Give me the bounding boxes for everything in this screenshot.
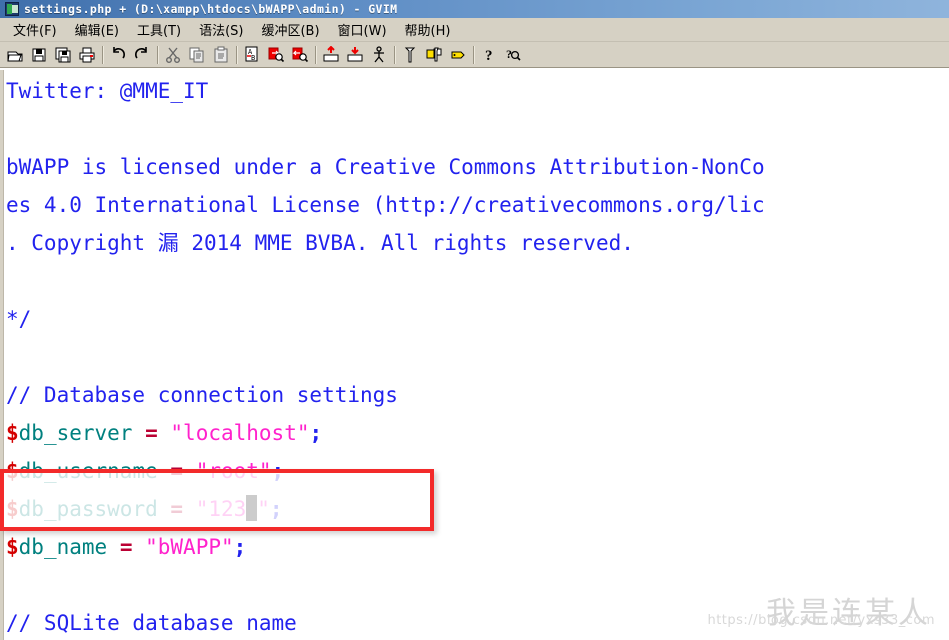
code-segment: = [170,459,184,483]
code-segment: $ [6,497,19,521]
menu-file[interactable]: 文件(F) [4,18,66,41]
line-blank-3[interactable] [6,338,949,376]
menu-tools[interactable]: 工具(T) [128,18,190,41]
save-file-icon[interactable] [27,43,51,67]
title-bar: settings.php + (D:\xampp\htdocs\bWAPP\ad… [0,0,949,18]
code-segment: db_name [18,535,120,559]
help-icon[interactable]: ? [477,43,501,67]
code-segment: Twitter: @MME_IT [6,79,209,103]
line-db-server[interactable]: $db_server = "localhost"; [6,414,949,452]
code-segment: . Copyright 漏 2014 MME BVBA. All rights … [6,231,634,255]
paste-icon[interactable] [209,43,233,67]
code-segment: ; [271,459,285,483]
code-segment: "bWAPP" [145,535,234,559]
code-segment: bWAPP is licensed under a Creative Commo… [6,155,765,179]
menu-help[interactable]: 帮助(H) [396,18,460,41]
menu-edit[interactable]: 编辑(E) [66,18,128,41]
code-segment: ; [269,497,283,521]
code-text[interactable]: Twitter: @MME_IT bWAPP is licensed under… [6,72,949,640]
line-twitter[interactable]: Twitter: @MME_IT [6,72,949,110]
toolbar-separator [236,45,237,64]
code-segment: = [145,421,158,445]
code-segment: */ [6,307,32,331]
code-segment: // SQLite database name [6,611,297,635]
gvim-window: settings.php + (D:\xampp\htdocs\bWAPP\ad… [0,0,949,640]
find-help-icon[interactable]: ? [501,43,525,67]
code-segment: db_password [18,497,171,521]
find-replace-icon[interactable]: A B [240,43,264,67]
line-license-1[interactable]: bWAPP is licensed under a Creative Commo… [6,148,949,186]
line-copyright[interactable]: . Copyright 漏 2014 MME BVBA. All rights … [6,224,949,262]
undo-icon[interactable] [106,43,130,67]
editor-area[interactable]: Twitter: @MME_IT bWAPP is licensed under… [0,70,949,640]
line-db-hdr[interactable]: // Database connection settings [6,376,949,414]
code-segment: " [257,497,270,521]
copy-icon[interactable] [185,43,209,67]
line-db-name[interactable]: $db_name = "bWAPP"; [6,528,949,566]
print-icon[interactable] [75,43,99,67]
open-file-icon[interactable] [3,43,27,67]
save-all-icon[interactable] [51,43,75,67]
line-blank-4[interactable] [6,566,949,604]
toolbar: A B ? ? [0,42,949,68]
code-segment: db_username [18,459,171,483]
redo-icon[interactable] [130,43,154,67]
line-db-password[interactable]: $db_password = "123 "; [6,490,949,528]
line-db-username[interactable]: $db_username = "root"; [6,452,949,490]
find-previous-icon[interactable] [288,43,312,67]
code-segment: ; [309,421,323,445]
code-segment: $ [6,459,19,483]
toolbar-separator [315,45,316,64]
code-segment: // Database connection settings [6,383,398,407]
code-segment: = [170,497,184,521]
code-segment: "root" [195,459,272,483]
line-blank-2[interactable] [6,262,949,300]
text-cursor [246,495,258,521]
build-tags-icon[interactable] [422,43,446,67]
gvim-icon [5,2,19,16]
code-segment: $ [6,421,19,445]
code-segment: $ [6,535,19,559]
code-segment: "123 [195,497,247,521]
jump-to-tag-icon[interactable] [446,43,470,67]
menu-buffers[interactable]: 缓冲区(B) [252,18,328,41]
cut-icon[interactable] [161,43,185,67]
menu-bar: 文件(F) 编辑(E) 工具(T) 语法(S) 缓冲区(B) 窗口(W) 帮助(… [0,18,949,42]
menu-syntax[interactable]: 语法(S) [190,18,252,41]
line-sqlite-hdr[interactable]: // SQLite database name [6,604,949,640]
toolbar-separator [394,45,395,64]
line-blank-1[interactable] [6,110,949,148]
toolbar-separator [157,45,158,64]
svg-text:B: B [251,54,255,62]
find-next-icon[interactable] [264,43,288,67]
line-comment-end[interactable]: */ [6,300,949,338]
toolbar-separator [102,45,103,64]
code-segment: db_server [18,421,146,445]
menu-window[interactable]: 窗口(W) [329,18,396,41]
code-segment: "localhost" [170,421,310,445]
toolbar-separator [473,45,474,64]
code-segment: = [119,535,133,559]
line-license-2[interactable]: es 4.0 International License (http://cre… [6,186,949,224]
load-session-icon[interactable] [319,43,343,67]
window-title: settings.php + (D:\xampp\htdocs\bWAPP\ad… [24,2,398,16]
code-segment: es 4.0 International License (http://cre… [6,193,765,217]
make-icon[interactable] [398,43,422,67]
svg-text:?: ? [485,48,493,64]
code-segment: ; [233,535,247,559]
save-session-icon[interactable] [343,43,367,67]
run-script-icon[interactable] [367,43,391,67]
editor-left-margin [0,70,4,640]
